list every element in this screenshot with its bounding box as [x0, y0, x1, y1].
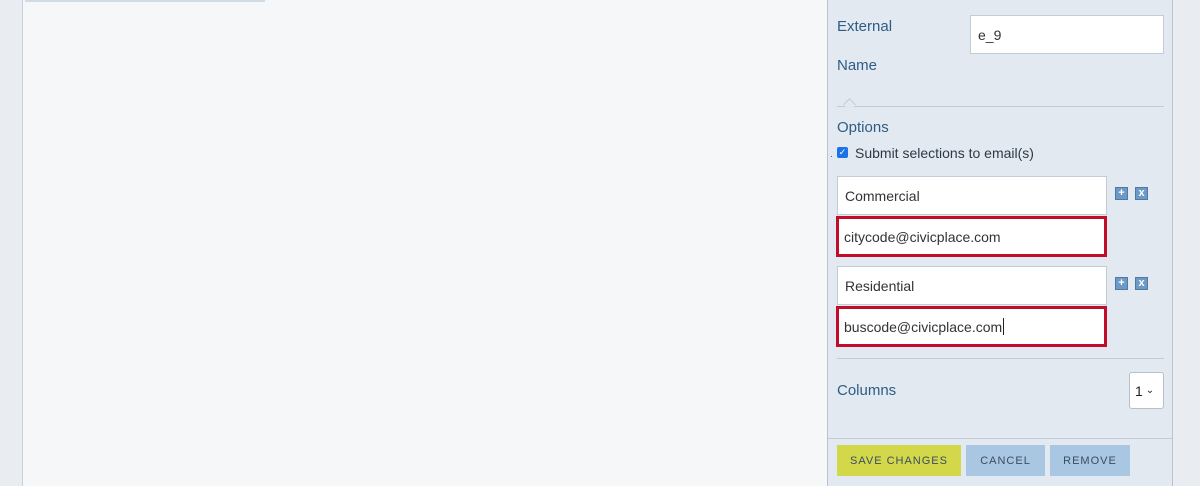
add-option-plus-icon[interactable]: +: [1115, 277, 1128, 290]
submit-email-checkbox[interactable]: ✓: [837, 147, 848, 158]
external-name-label-line2: Name: [837, 57, 878, 74]
external-name-input[interactable]: e_9: [970, 15, 1164, 54]
remove-option-x-icon[interactable]: x: [1135, 187, 1148, 200]
section-divider: [837, 106, 1164, 107]
divider-notch: [843, 98, 856, 111]
options-label: Options: [837, 119, 889, 136]
columns-label: Columns: [837, 382, 897, 399]
option-email-input-commercial[interactable]: citycode@civicplace.com: [836, 216, 1107, 257]
section-divider: [837, 358, 1164, 359]
canvas-selection-strip: [25, 0, 265, 2]
text-cursor: [1003, 318, 1005, 335]
footer-divider: [828, 438, 1172, 439]
columns-select-value: 1: [1135, 382, 1143, 399]
add-option-plus-icon[interactable]: +: [1115, 187, 1128, 200]
option-name-input-residential[interactable]: Residential: [837, 266, 1107, 305]
chevron-down-icon: ⌄: [1145, 385, 1155, 396]
cancel-button[interactable]: CANCEL: [966, 445, 1045, 476]
bullet-dot: .: [830, 149, 833, 160]
remove-option-x-icon[interactable]: x: [1135, 277, 1148, 290]
external-name-label-line1: External: [837, 18, 893, 35]
save-changes-button[interactable]: SAVE CHANGES: [837, 445, 961, 476]
columns-select[interactable]: 1 ⌄: [1129, 372, 1164, 409]
option-name-input-commercial[interactable]: Commercial: [837, 176, 1107, 215]
field-properties-panel: External Name e_9 Options . ✓ Submit sel…: [827, 0, 1173, 486]
submit-email-checkbox-label: Submit selections to email(s): [855, 145, 1034, 161]
option-email-value: buscode@civicplace.com: [844, 318, 1003, 335]
remove-button[interactable]: REMOVE: [1050, 445, 1130, 476]
form-canvas: [22, 0, 828, 486]
option-email-input-residential[interactable]: buscode@civicplace.com: [836, 306, 1107, 347]
